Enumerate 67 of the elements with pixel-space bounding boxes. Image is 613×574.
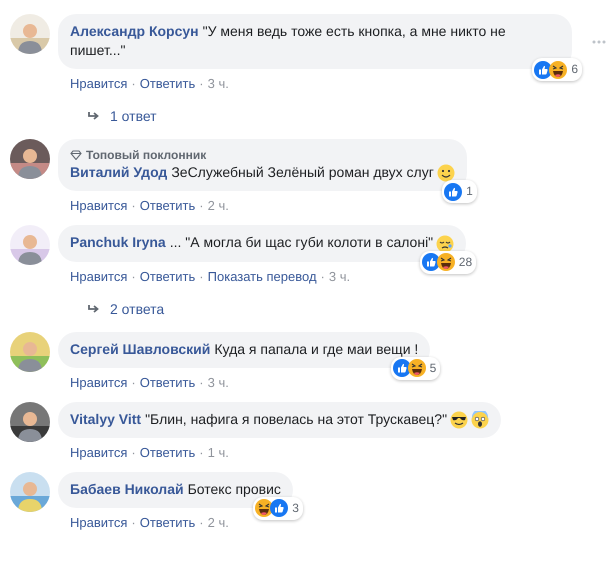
comment-action-link[interactable]: Нравится [70,268,128,285]
reply-arrow-icon [88,304,100,314]
separator-dot: · [131,444,136,461]
comment-text: Сергей Шавловский Куда я папала и где маи вещи ! [70,340,418,357]
thumbs-up-icon [270,499,288,518]
separator-dot: · [320,268,325,285]
smiley-icon [436,164,455,182]
reactions-pill[interactable]: 1 [442,180,477,204]
reactions-pill[interactable]: 6 [532,58,582,81]
fan-badge-label: Топовый поклонник [86,147,206,163]
thumbs-up-icon [444,182,462,201]
comment-time: 3 ч. [208,75,229,92]
comment-action-link[interactable]: Ответить [140,75,196,92]
separator-dot: · [199,444,204,461]
laughing-face-icon [549,60,568,78]
comment-action-link[interactable]: Ответить [140,514,196,531]
comment-text: Vitalyy Vitt "Блин, нафига я повелась на этот Трускавец?" [70,410,448,427]
reactions-pill[interactable]: 5 [390,356,440,380]
comment-time: 2 ч. [208,514,229,531]
laughing-face-icon [408,359,426,378]
separator-dot: · [199,197,204,214]
comment-action-link[interactable]: Нравится [70,514,128,531]
author-name[interactable]: Panchuk Iryna [70,234,166,250]
author-name[interactable]: Александр Корсун [70,23,199,39]
comment-text: Panchuk Iryna ... "А могла би щас губи колоти в салоні" [70,234,434,250]
comment-action-link[interactable]: Нравится [70,374,128,391]
comment-text: Виталий Удод ЗеСлужебный Зелёный роман двух слуг [70,164,434,180]
separator-dot: · [199,75,204,92]
comment-action-link[interactable]: Нравится [70,197,128,214]
author-name[interactable]: Бабаев Николай [70,480,184,497]
screaming-face-icon [471,410,490,429]
separator-dot: · [131,514,136,531]
comment-text: Александр Корсун "У меня ведь тоже есть кнопка, а мне никто не пишет..." [70,23,506,58]
reactions-pill[interactable]: 3 [253,496,303,520]
separator-dot: · [199,514,204,531]
comment-action-link[interactable]: Ответить [140,197,196,214]
comment-action-link[interactable]: Показать перевод [208,268,317,285]
comment-action-link[interactable]: Нравится [70,75,128,92]
thumbs-up-icon [422,253,440,272]
replies-link[interactable]: 2 ответа [110,300,164,317]
separator-dot: · [199,268,204,285]
comment-action-link[interactable]: Нравится [70,444,128,461]
laughing-face-icon [436,253,455,272]
comment-time: 3 ч. [208,374,229,391]
comment-action-link[interactable]: Ответить [140,268,196,285]
comment-action-link[interactable]: Ответить [140,444,196,461]
comment-time: 3 ч. [328,268,350,285]
more-icon[interactable] [592,40,606,44]
comment-text: Бабаев Николай Ботекс провис [70,480,281,497]
reactions-pill[interactable]: 28 [420,250,476,274]
reply-arrow-icon [88,111,100,121]
author-name[interactable]: Виталий Удод [70,164,168,180]
comment-time: 1 ч. [208,444,229,461]
separator-dot: · [131,374,136,391]
author-name[interactable]: Vitalyy Vitt [70,410,142,427]
separator-dot: · [131,268,136,285]
separator-dot: · [199,374,204,391]
replies-link[interactable]: 1 ответ [110,108,157,124]
diamond-icon [70,150,82,160]
author-name[interactable]: Сергей Шавловский [70,340,210,357]
sleepy-face-icon [436,234,454,253]
thumbs-up-icon [392,359,411,378]
separator-dot: · [131,75,136,92]
comment-action-link[interactable]: Ответить [140,374,196,391]
comment-time: 2 ч. [208,197,229,214]
sunglasses-face-icon [450,410,468,429]
separator-dot: · [131,197,136,214]
